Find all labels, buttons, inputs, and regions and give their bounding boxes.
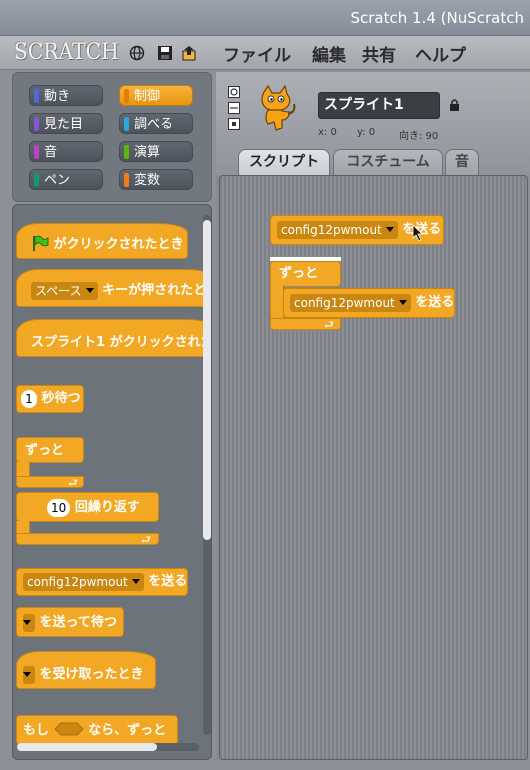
sprite-name-field[interactable]: スプライト1 [318,92,440,119]
broadcast-wait-dropdown[interactable] [23,613,35,632]
broadcast-block-nested[interactable]: config12pwmout を送る [283,288,455,318]
palette-horizontal-scrollbar[interactable] [17,743,199,751]
repeat-block[interactable]: 10 回繰り返す [16,492,159,522]
category-motion[interactable]: 動き [29,85,103,106]
scripts-area[interactable] [219,175,528,760]
category-label: 動き [44,89,71,104]
when-i-receive-block[interactable]: を受け取ったとき [16,651,156,689]
mouse-cursor-icon [412,224,423,242]
repeat-count-input[interactable]: 10 [47,498,71,517]
when-key-pressed-block[interactable]: スペース キーが押されたとき [16,269,212,307]
menu-file[interactable]: ファイル [223,41,291,66]
block-label: 回繰り返す [74,500,140,515]
forever-if-block[interactable]: もし なら、ずっと [16,715,178,745]
loop-arrow-icon: ⮐ [141,533,151,546]
block-label: スプライト1 がクリックされたとき [31,335,211,350]
block-label: を送る [415,295,455,310]
block-label: もし [23,723,50,738]
block-label: を送って待つ [39,615,117,630]
block-label: を受け取ったとき [39,667,144,682]
globe-icon[interactable] [129,45,145,61]
forever-block-arm [270,285,284,321]
menu-help[interactable]: ヘルプ [415,41,466,66]
block-label: ずっと [25,443,65,458]
when-sprite-clicked-block[interactable]: スプライト1 がクリックされたとき [16,319,211,357]
tab-sounds[interactable]: 音 [445,149,479,175]
category-pen[interactable]: ペン [29,169,103,190]
block-label: ずっと [279,266,319,281]
save-icon[interactable] [157,45,173,61]
when-flag-clicked-block[interactable]: がクリックされたとき [16,223,188,259]
receive-message-dropdown[interactable] [23,665,35,684]
category-label: 演算 [134,145,161,160]
scrollbar-thumb[interactable] [17,743,157,751]
block-label: キーが押されたとき [102,283,212,298]
lock-icon[interactable] [449,98,460,112]
category-panel: 動き 制御 見た目 調べる 音 演算 ペン 変数 [12,72,212,202]
rotation-style-icons[interactable] [228,86,240,130]
category-control[interactable]: 制御 [119,85,193,106]
key-dropdown[interactable]: スペース [31,281,98,300]
forever-block[interactable]: ずっと [270,261,341,287]
scrollbar-thumb[interactable] [203,220,211,540]
block-label: 秒待つ [41,391,81,406]
category-label: ペン [44,173,71,188]
broadcast-and-wait-block[interactable]: を送って待つ [16,607,124,637]
category-label: 調べる [134,117,174,132]
menu-edit[interactable]: 編集 [312,41,346,66]
tab-costumes[interactable]: コスチューム [333,149,443,175]
palette-vertical-scrollbar[interactable] [203,215,211,735]
category-label: 音 [44,145,58,160]
scratch-logo: SCRATCH [14,40,119,65]
menubar: SCRATCH ファイル 編集 共有 ヘルプ [0,36,530,70]
category-looks[interactable]: 見た目 [29,113,103,134]
forever-block[interactable]: ずっと [16,437,84,463]
category-sound[interactable]: 音 [29,141,103,162]
broadcast-message-dropdown[interactable]: config12pwmout [277,220,398,239]
sprite-direction-readout: 向き: 90 [399,131,439,142]
block-label: なら、ずっと [88,723,167,738]
block-label: を送る [148,574,188,589]
block-label: がクリックされたとき [53,237,184,252]
loop-arrow-icon: ⮐ [68,476,78,489]
broadcast-block[interactable]: config12pwmout を送る [16,568,188,596]
menu-share[interactable]: 共有 [362,41,396,66]
wait-seconds-input[interactable]: 1 [21,389,37,408]
sprite-cat-thumbnail [261,84,296,131]
sprite-y-readout: y: 0 [357,127,376,138]
green-flag-icon [33,235,49,251]
broadcast-message-dropdown[interactable]: config12pwmout [290,293,411,312]
repeat-block-foot [16,533,159,545]
category-label: 見た目 [44,117,84,132]
broadcast-message-dropdown[interactable]: config12pwmout [23,572,144,591]
category-label: 変数 [134,173,161,188]
loop-arrow-icon: ⮐ [324,318,334,331]
category-sensing[interactable]: 調べる [119,113,193,134]
share-icon[interactable] [182,45,198,61]
tab-scripts[interactable]: スクリプト [238,149,330,175]
category-label: 制御 [134,89,161,104]
wait-seconds-block[interactable]: 1 秒待つ [16,385,84,413]
category-variables[interactable]: 変数 [119,169,193,190]
window-titlebar: Scratch 1.4 (NuScratch [0,0,530,36]
sprite-x-readout: x: 0 [318,127,337,138]
window-title: Scratch 1.4 (NuScratch [350,9,525,27]
boolean-slot[interactable] [53,722,84,736]
category-operators[interactable]: 演算 [119,141,193,162]
block-palette: がクリックされたとき スペース キーが押されたとき スプライト1 がクリックされ… [12,204,212,760]
